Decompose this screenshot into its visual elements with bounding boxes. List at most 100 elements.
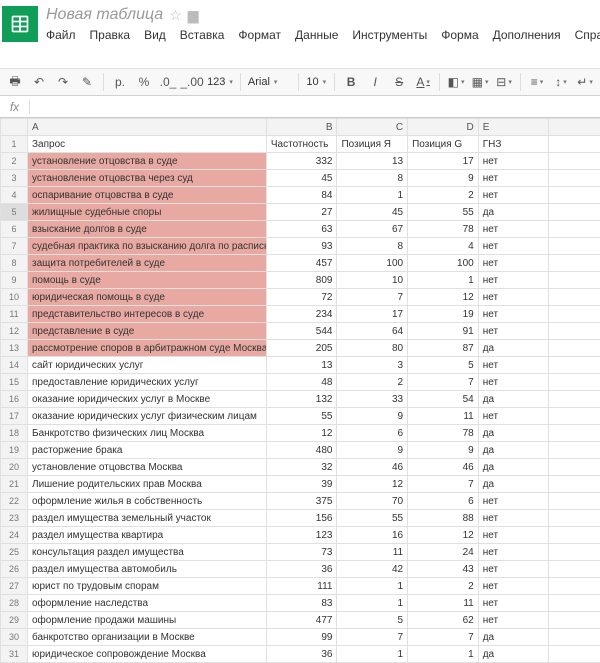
cell[interactable]: да [478, 629, 549, 646]
cell[interactable]: Позиция Я [337, 136, 408, 153]
cell[interactable]: 809 [266, 272, 337, 289]
cell[interactable]: раздел имущества автомобиль [28, 561, 267, 578]
cell[interactable]: нет [478, 255, 549, 272]
cell[interactable]: юридическая помощь в суде [28, 289, 267, 306]
cell[interactable]: установление отцовства через суд [28, 170, 267, 187]
cell[interactable]: оказание юридических услуг физическим ли… [28, 408, 267, 425]
cell[interactable] [549, 238, 600, 255]
cell[interactable] [549, 272, 600, 289]
cell[interactable]: расторжение брака [28, 442, 267, 459]
cell[interactable] [549, 646, 600, 663]
row-header[interactable]: 29 [1, 612, 28, 629]
cell[interactable]: сайт юридических услуг [28, 357, 267, 374]
cell[interactable]: 99 [266, 629, 337, 646]
cell[interactable] [549, 476, 600, 493]
cell[interactable]: 55 [337, 510, 408, 527]
cell[interactable]: 45 [337, 204, 408, 221]
cell[interactable]: нет [478, 153, 549, 170]
cell[interactable]: 8 [337, 170, 408, 187]
cell[interactable]: 8 [337, 238, 408, 255]
cell[interactable] [549, 187, 600, 204]
cell[interactable]: нет [478, 561, 549, 578]
cell[interactable]: 1 [408, 646, 479, 663]
row-header[interactable]: 28 [1, 595, 28, 612]
cell[interactable]: нет [478, 612, 549, 629]
cell[interactable]: установление отцовства Москва [28, 459, 267, 476]
col-header[interactable]: E [478, 119, 549, 136]
menu-addons[interactable]: Дополнения [493, 28, 561, 64]
row-header[interactable]: 10 [1, 289, 28, 306]
cell[interactable] [549, 425, 600, 442]
cell[interactable]: 480 [266, 442, 337, 459]
cell[interactable]: 1 [337, 646, 408, 663]
cell[interactable]: 93 [266, 238, 337, 255]
cell[interactable] [549, 544, 600, 561]
cell[interactable]: да [478, 340, 549, 357]
cell[interactable]: 6 [337, 425, 408, 442]
cell[interactable]: да [478, 391, 549, 408]
cell[interactable]: консультация раздел имущества [28, 544, 267, 561]
cell[interactable]: 78 [408, 221, 479, 238]
cell[interactable]: 9 [337, 442, 408, 459]
row-header[interactable]: 17 [1, 408, 28, 425]
cell[interactable]: 7 [408, 374, 479, 391]
cell[interactable]: 100 [337, 255, 408, 272]
cell[interactable]: юридическое сопровождение Москва [28, 646, 267, 663]
cell[interactable]: да [478, 425, 549, 442]
cell[interactable]: нет [478, 527, 549, 544]
cell[interactable] [549, 408, 600, 425]
cell[interactable]: 24 [408, 544, 479, 561]
cell[interactable]: 111 [266, 578, 337, 595]
cell[interactable]: нет [478, 306, 549, 323]
cell[interactable]: 46 [408, 459, 479, 476]
cell[interactable]: 9 [408, 170, 479, 187]
italic-button[interactable]: I [364, 71, 386, 93]
cell[interactable] [549, 323, 600, 340]
cell[interactable] [549, 578, 600, 595]
cell[interactable]: Частотность [266, 136, 337, 153]
cell[interactable]: 4 [408, 238, 479, 255]
cell[interactable]: нет [478, 187, 549, 204]
cell[interactable] [549, 170, 600, 187]
cell[interactable]: 100 [408, 255, 479, 272]
cell[interactable] [549, 561, 600, 578]
cell[interactable] [549, 357, 600, 374]
col-header[interactable]: C [337, 119, 408, 136]
cell[interactable]: 12 [266, 425, 337, 442]
cell[interactable]: 48 [266, 374, 337, 391]
cell[interactable]: 156 [266, 510, 337, 527]
cell[interactable]: 12 [408, 289, 479, 306]
cell[interactable]: нет [478, 544, 549, 561]
cell[interactable]: нет [478, 289, 549, 306]
cell[interactable]: 12 [408, 527, 479, 544]
cell[interactable]: 64 [337, 323, 408, 340]
cell[interactable]: да [478, 442, 549, 459]
paint-icon[interactable]: ✎ [76, 71, 98, 93]
cell[interactable]: защита потребителей в суде [28, 255, 267, 272]
cell[interactable]: оформление жилья в собственность [28, 493, 267, 510]
cell[interactable] [549, 493, 600, 510]
cell[interactable]: 88 [408, 510, 479, 527]
cell[interactable]: рассмотрение споров в арбитражном суде М… [28, 340, 267, 357]
bold-button[interactable]: B [340, 71, 362, 93]
cell[interactable]: да [478, 459, 549, 476]
cell[interactable]: 54 [408, 391, 479, 408]
redo-icon[interactable]: ↷ [52, 71, 74, 93]
cell[interactable]: нет [478, 408, 549, 425]
cell[interactable] [549, 629, 600, 646]
col-header[interactable]: B [266, 119, 337, 136]
cell[interactable]: Запрос [28, 136, 267, 153]
font-size-select[interactable]: 10 [304, 76, 329, 88]
borders-icon[interactable]: ▦ [469, 71, 491, 93]
cell[interactable]: 5 [337, 612, 408, 629]
cell[interactable]: 55 [266, 408, 337, 425]
cell[interactable]: 13 [266, 357, 337, 374]
cell[interactable]: 132 [266, 391, 337, 408]
cell[interactable]: 1 [337, 578, 408, 595]
cell[interactable]: 84 [266, 187, 337, 204]
cell[interactable]: 9 [337, 408, 408, 425]
row-header[interactable]: 15 [1, 374, 28, 391]
cell[interactable]: Банкротство физических лиц Москва [28, 425, 267, 442]
cell[interactable]: раздел имущества земельный участок [28, 510, 267, 527]
row-header[interactable]: 6 [1, 221, 28, 238]
